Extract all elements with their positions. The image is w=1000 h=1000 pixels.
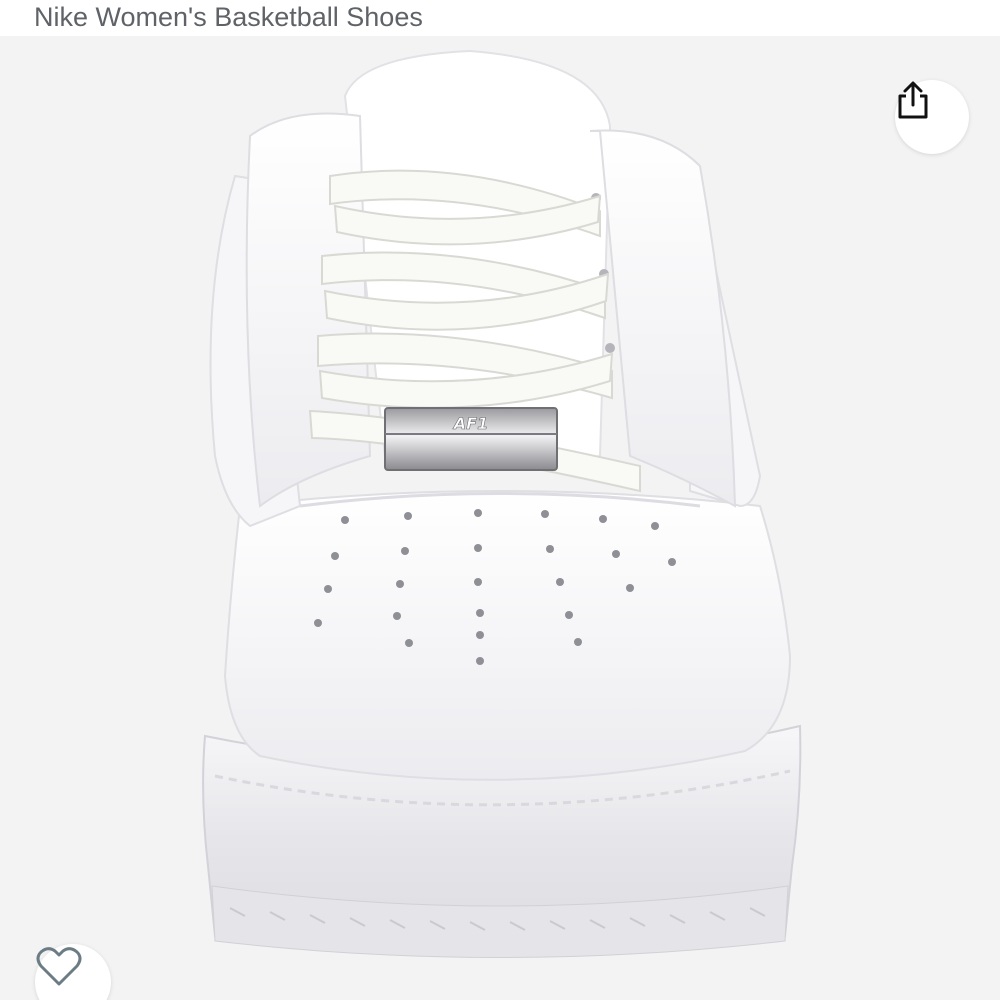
product-image[interactable]: AF1 — [0, 36, 1000, 1000]
title-bar: Nike Women's Basketball Shoes — [0, 0, 1000, 36]
share-button[interactable] — [895, 80, 969, 154]
shoe-illustration: AF1 — [202, 49, 802, 958]
share-icon — [898, 81, 928, 119]
heart-outline-icon — [36, 947, 82, 986]
lace-tag-text: AF1 — [452, 414, 488, 433]
product-title: Nike Women's Basketball Shoes — [34, 2, 423, 32]
